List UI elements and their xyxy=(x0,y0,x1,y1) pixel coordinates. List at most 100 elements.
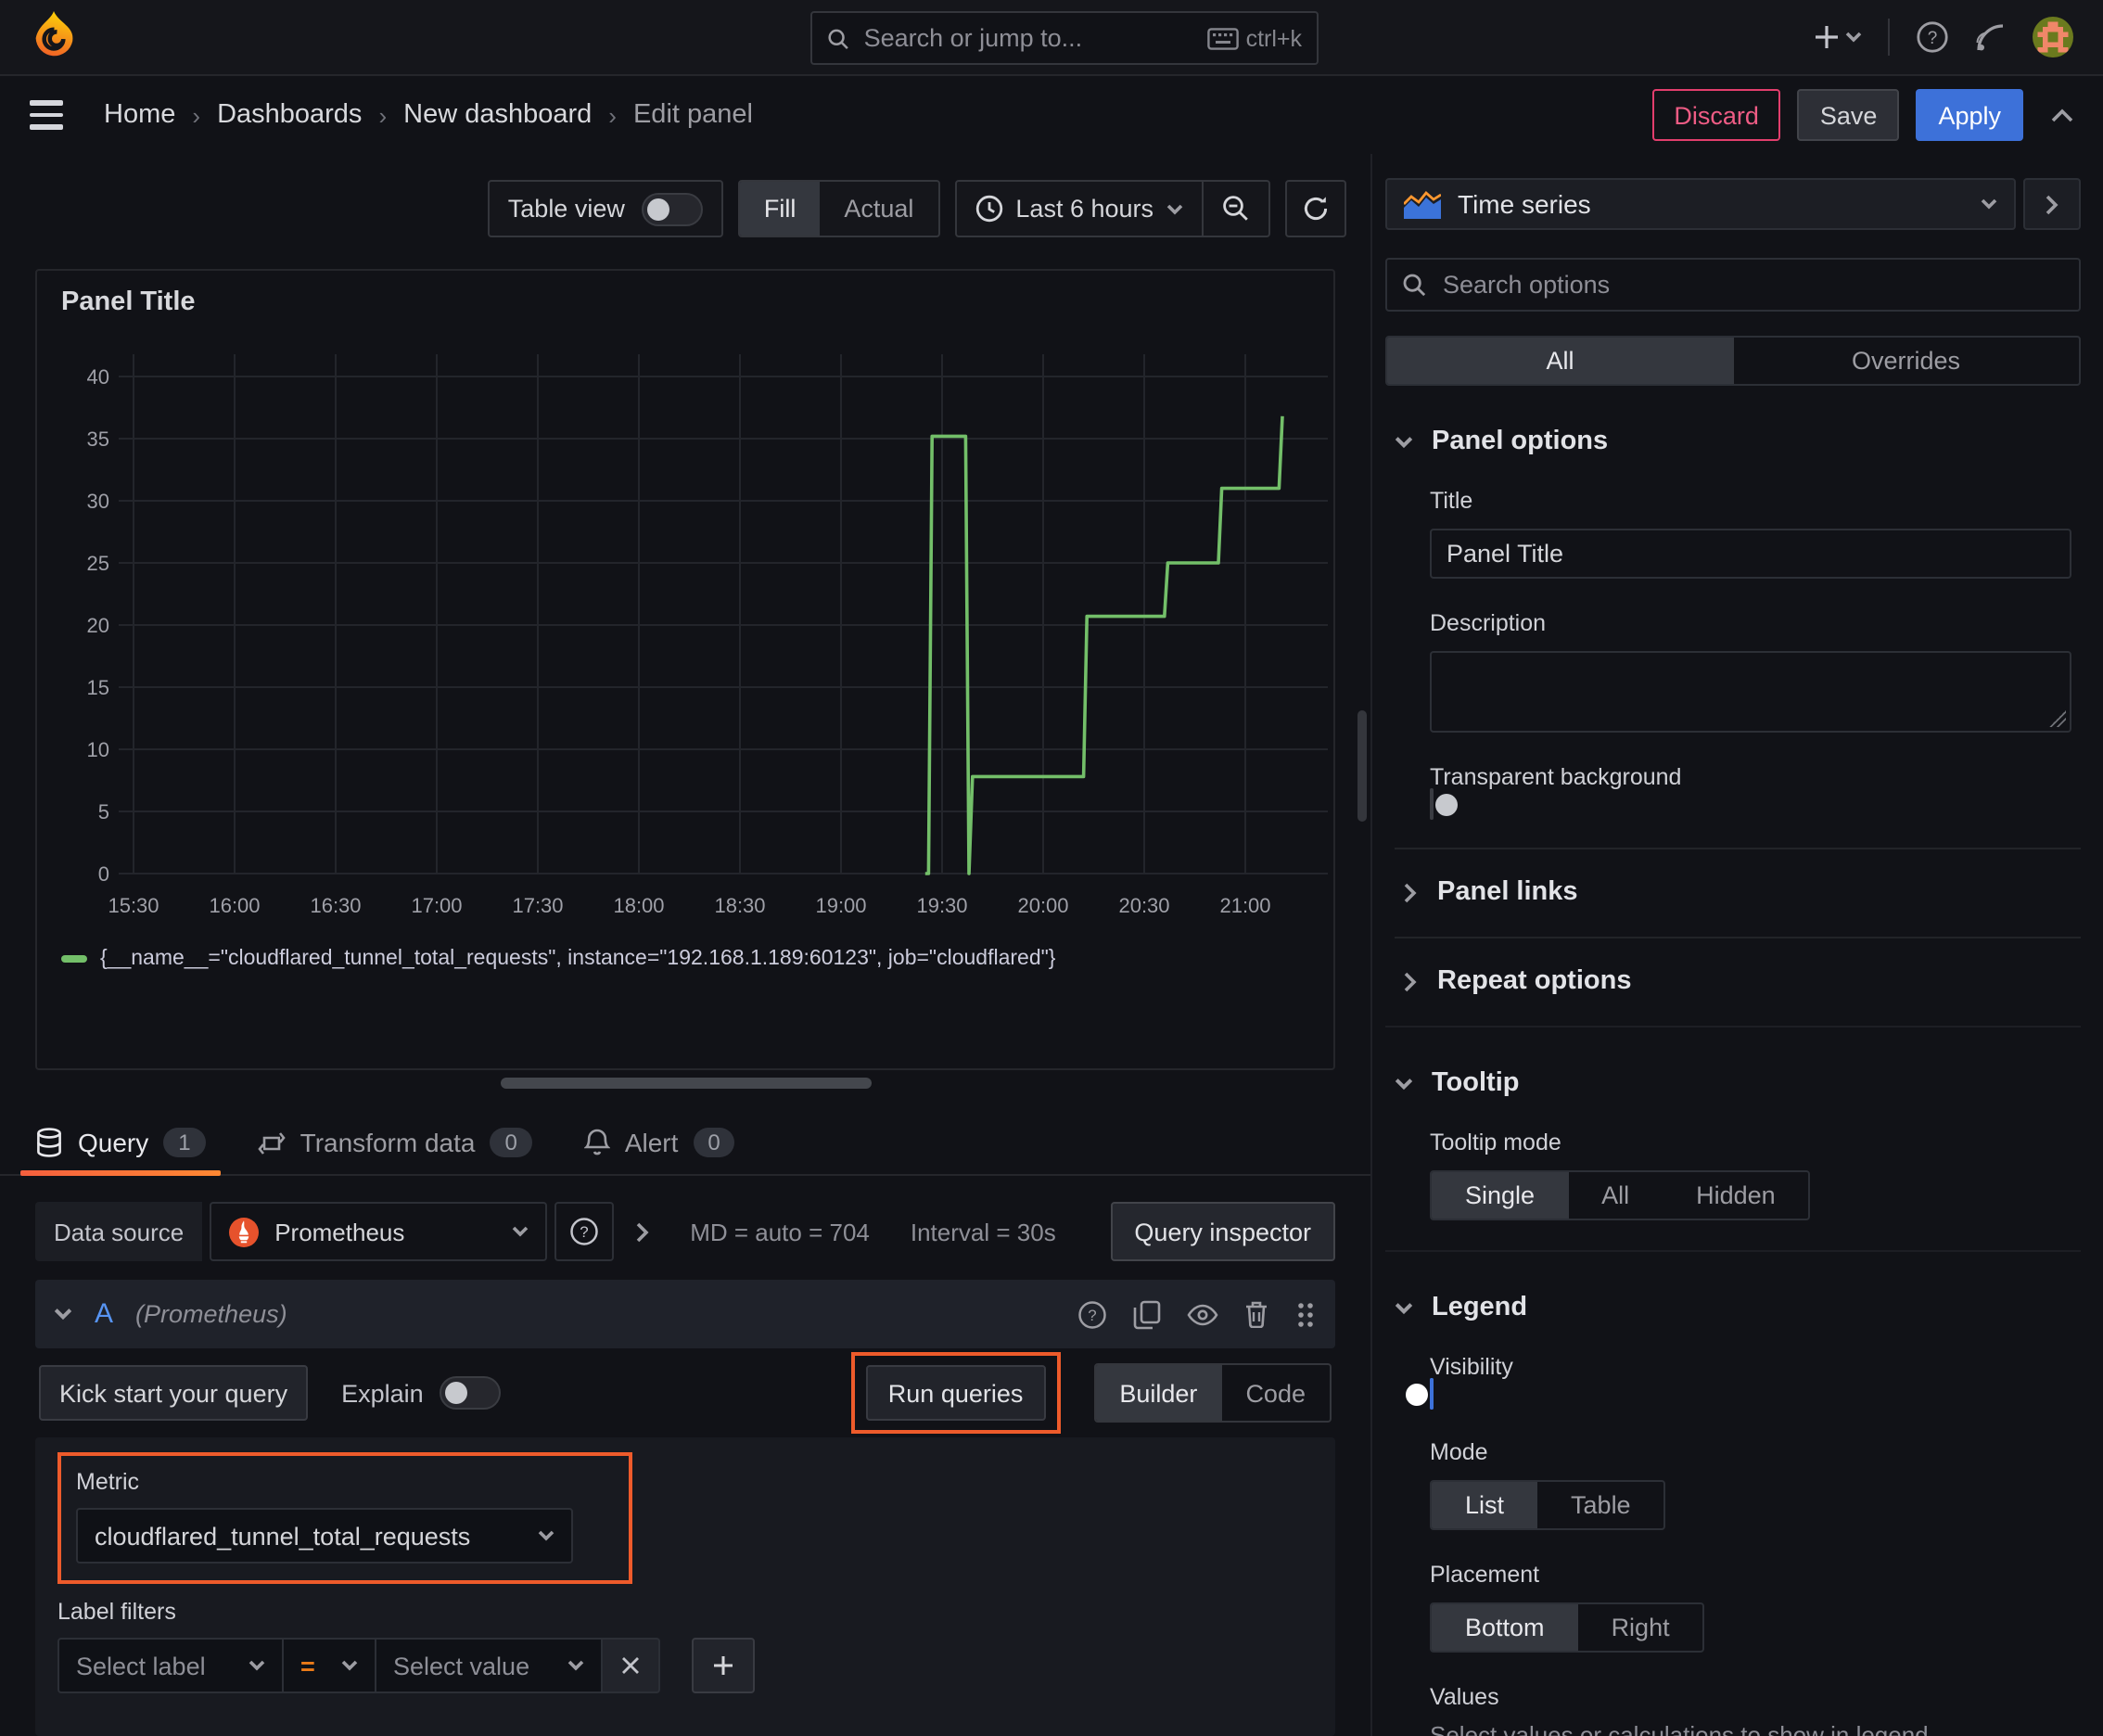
query-editor-card: A (Prometheus) ? Kick start your query E… xyxy=(35,1280,1335,1736)
news-button[interactable] xyxy=(1975,21,2007,53)
select-value-dropdown[interactable]: Select value xyxy=(376,1638,603,1693)
duplicate-query-icon[interactable] xyxy=(1133,1299,1161,1329)
discard-button[interactable]: Discard xyxy=(1651,89,1781,141)
svg-text:17:00: 17:00 xyxy=(411,894,462,917)
chart-legend[interactable]: {__name__="cloudflared_tunnel_total_requ… xyxy=(61,948,1333,970)
svg-text:20:00: 20:00 xyxy=(1017,894,1068,917)
metric-select[interactable]: cloudflared_tunnel_total_requests xyxy=(76,1508,573,1564)
refresh-icon xyxy=(1304,197,1328,221)
breadcrumb-new-dashboard[interactable]: New dashboard xyxy=(403,100,592,130)
close-icon xyxy=(622,1657,639,1674)
resize-grip-icon[interactable] xyxy=(2049,710,2066,727)
resize-handle[interactable] xyxy=(500,1078,871,1089)
max-datapoints-stat: MD = auto = 704 xyxy=(690,1218,870,1245)
options-search-input[interactable] xyxy=(1439,269,2064,300)
legend-placement-right-option[interactable]: Right xyxy=(1578,1604,1703,1651)
collapse-header-button[interactable] xyxy=(2051,108,2073,122)
legend-visibility-toggle[interactable] xyxy=(1406,1378,1434,1410)
refresh-button[interactable] xyxy=(1285,180,1346,237)
global-search[interactable]: ctrl+k xyxy=(810,11,1319,65)
save-button[interactable]: Save xyxy=(1797,89,1900,141)
fill-option[interactable]: Fill xyxy=(739,182,821,236)
tab-query[interactable]: Query 1 xyxy=(20,1128,221,1176)
breadcrumb-separator: › xyxy=(608,101,617,129)
query-a-header[interactable]: A (Prometheus) ? xyxy=(35,1280,1335,1348)
delete-query-icon[interactable] xyxy=(1244,1300,1268,1328)
svg-text:15: 15 xyxy=(87,676,109,699)
add-filter-button[interactable] xyxy=(692,1638,755,1693)
menu-toggle-button[interactable] xyxy=(30,100,63,130)
time-series-chart[interactable]: 0 5 10 15 20 25 30 35 40 15:30 16:00 16:30 17:00 17:3… xyxy=(48,328,1328,944)
query-options-summary[interactable]: MD = auto = 704 Interval = 30s xyxy=(636,1202,1056,1261)
description-label: Description xyxy=(1430,610,1547,636)
builder-option[interactable]: Builder xyxy=(1095,1365,1222,1421)
query-section-tabs: Query 1 Transform data 0 Alert 0 xyxy=(0,1107,1370,1176)
visualization-picker[interactable]: Time series xyxy=(1385,178,2016,230)
search-input[interactable] xyxy=(860,22,1196,54)
actual-option[interactable]: Actual xyxy=(820,182,937,236)
divider xyxy=(1395,937,2081,938)
toggle-visibility-icon[interactable] xyxy=(1187,1303,1218,1325)
tooltip-single-option[interactable]: Single xyxy=(1432,1172,1569,1219)
left-scrollbar[interactable] xyxy=(1357,710,1367,822)
tab-transform-data[interactable]: Transform data 0 xyxy=(257,1128,532,1174)
panel-options-section-header[interactable]: Panel options xyxy=(1395,427,2081,456)
datasource-picker[interactable]: Prometheus xyxy=(210,1202,548,1261)
query-toolbar: Kick start your query Explain Run querie… xyxy=(35,1348,1335,1437)
transparent-background-toggle[interactable] xyxy=(1430,788,1458,820)
chevron-down-icon xyxy=(54,1308,72,1321)
repeat-options-section-header[interactable]: Repeat options xyxy=(1404,966,2081,996)
tab-alert[interactable]: Alert 0 xyxy=(583,1128,735,1174)
svg-text:15:30: 15:30 xyxy=(108,894,159,917)
kickstart-query-button[interactable]: Kick start your query xyxy=(39,1365,309,1421)
table-view-toggle[interactable] xyxy=(641,192,703,225)
grafana-logo[interactable] xyxy=(30,11,78,63)
legend-swatch[interactable] xyxy=(61,955,87,963)
panel-preview[interactable]: Panel Title 0 5 10 15 20 25 30 35 40 15:30 16:00 16… xyxy=(35,269,1335,1070)
tooltip-section-header[interactable]: Tooltip xyxy=(1395,1068,2081,1098)
remove-filter-button[interactable] xyxy=(603,1638,660,1693)
panel-links-section-header[interactable]: Panel links xyxy=(1404,877,2081,907)
time-range-button[interactable]: Last 6 hours xyxy=(956,182,1202,236)
legend-series-label[interactable]: {__name__="cloudflared_tunnel_total_requ… xyxy=(100,948,1055,970)
time-range-picker: Last 6 hours xyxy=(954,180,1270,237)
legend-section-header[interactable]: Legend xyxy=(1395,1293,2081,1322)
chevron-right-icon xyxy=(1404,882,1417,902)
breadcrumb-current: Edit panel xyxy=(632,100,753,130)
datasource-help-button[interactable]: ? xyxy=(554,1202,615,1261)
panel-title-input[interactable] xyxy=(1430,529,2071,579)
toggle-viz-picker-button[interactable] xyxy=(2023,178,2081,230)
tab-overrides[interactable]: Overrides xyxy=(1733,338,2079,384)
new-dropdown-button[interactable] xyxy=(1814,24,1862,50)
operator-dropdown[interactable]: = xyxy=(284,1638,376,1693)
tab-all-options[interactable]: All xyxy=(1387,338,1733,384)
svg-text:19:00: 19:00 xyxy=(815,894,866,917)
select-label-dropdown[interactable]: Select label xyxy=(57,1638,284,1693)
panel-description-textarea[interactable] xyxy=(1430,651,2071,733)
apply-button[interactable]: Apply xyxy=(1916,89,2023,141)
svg-text:20: 20 xyxy=(87,614,109,637)
breadcrumb-home[interactable]: Home xyxy=(104,100,175,130)
legend-placement-bottom-option[interactable]: Bottom xyxy=(1432,1604,1578,1651)
divider xyxy=(1395,848,2081,849)
divider xyxy=(1385,1250,2081,1252)
interval-stat: Interval = 30s xyxy=(910,1218,1056,1245)
query-inspector-button[interactable]: Query inspector xyxy=(1110,1202,1335,1261)
help-button[interactable]: ? xyxy=(1916,20,1949,54)
query-help-icon[interactable]: ? xyxy=(1077,1299,1107,1329)
legend-mode-list-option[interactable]: List xyxy=(1432,1482,1538,1528)
avatar[interactable] xyxy=(2033,17,2073,57)
svg-text:30: 30 xyxy=(87,490,109,513)
explain-toggle[interactable] xyxy=(440,1376,502,1410)
zoom-out-time-button[interactable] xyxy=(1202,182,1268,236)
code-option[interactable]: Code xyxy=(1221,1365,1330,1421)
drag-handle-icon[interactable] xyxy=(1294,1299,1317,1329)
legend-mode-table-option[interactable]: Table xyxy=(1537,1482,1664,1528)
options-search[interactable] xyxy=(1385,258,2081,312)
tooltip-hidden-option[interactable]: Hidden xyxy=(1663,1172,1809,1219)
svg-text:0: 0 xyxy=(98,862,109,886)
tooltip-all-option[interactable]: All xyxy=(1568,1172,1663,1219)
breadcrumb-dashboards[interactable]: Dashboards xyxy=(217,100,362,130)
run-queries-button[interactable]: Run queries xyxy=(865,1365,1046,1421)
clock-icon xyxy=(975,195,1002,223)
